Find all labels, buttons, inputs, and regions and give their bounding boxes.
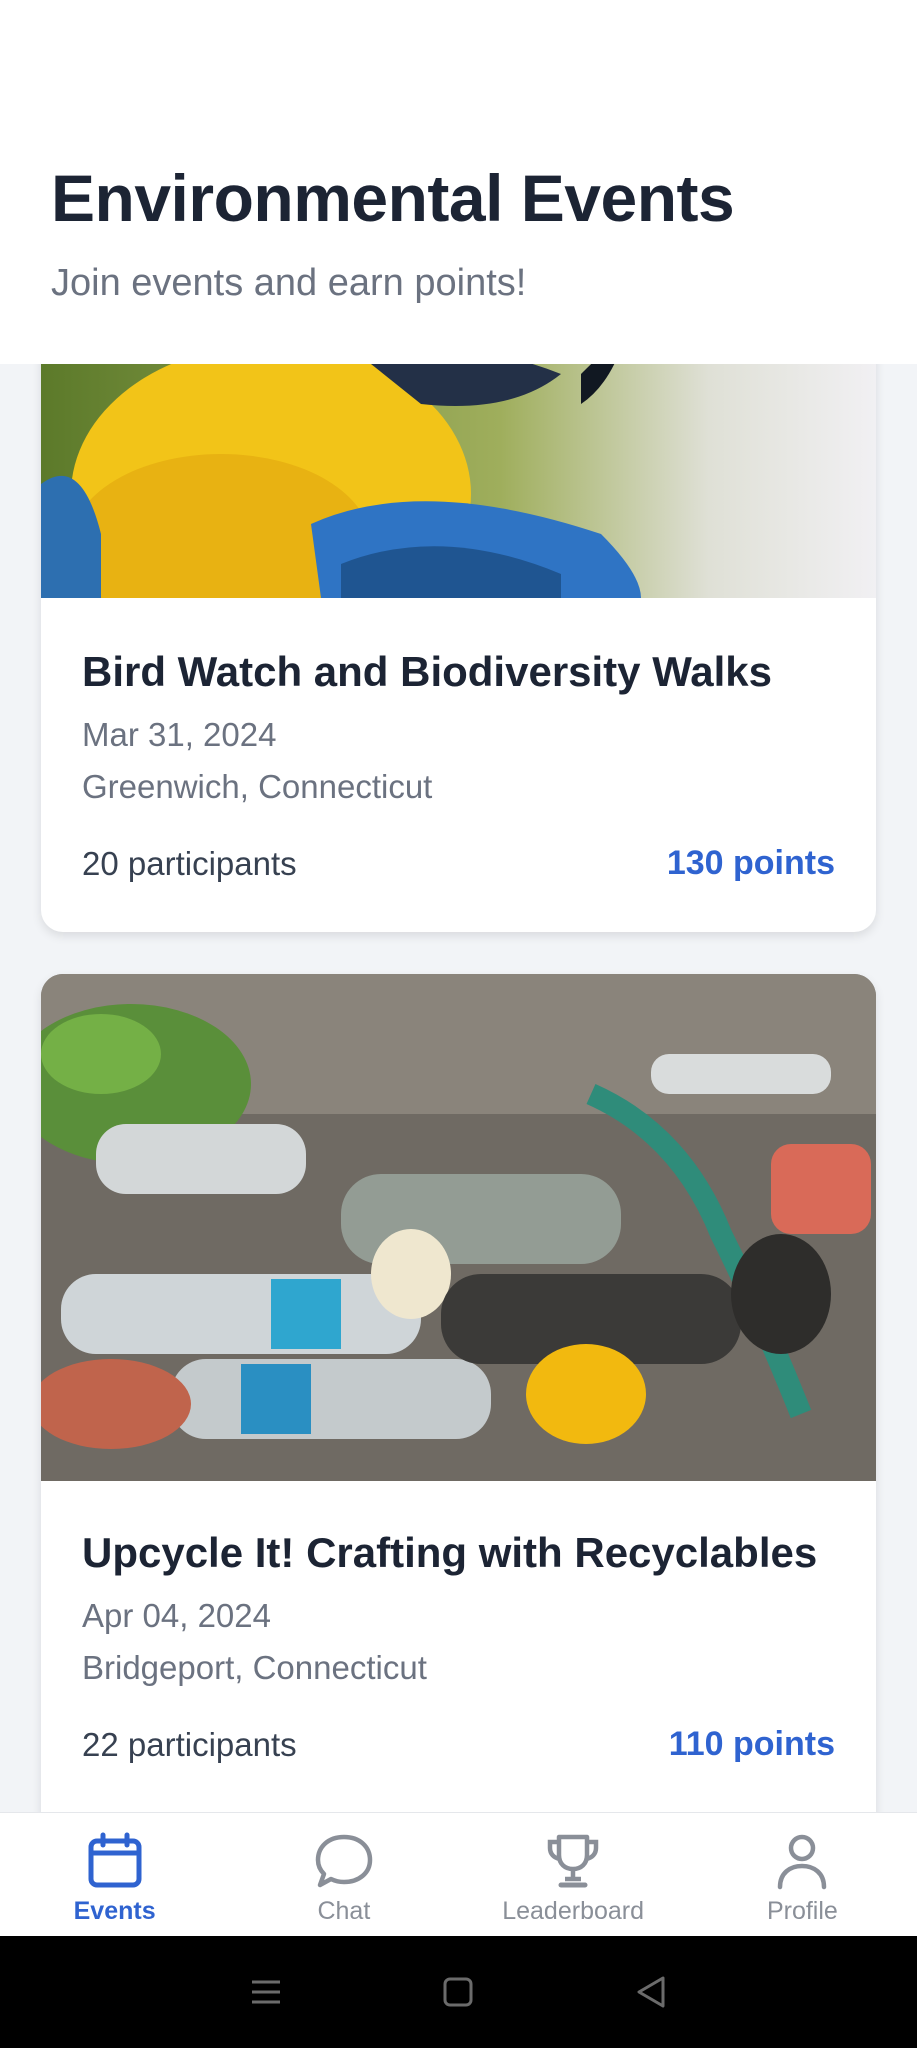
event-list[interactable]: Bird Watch and Biodiversity Walks Mar 31… [0,364,917,1812]
tab-label: Profile [766,1897,838,1925]
event-location: Greenwich, Connecticut [82,768,433,805]
event-date: Mar 31, 2024 [82,716,277,753]
event-participants: 20 participants [82,844,297,882]
chat-bubble-icon [315,1834,373,1888]
event-points: 130 points [666,844,835,882]
tab-chat[interactable]: Chat [229,1813,458,1936]
trophy-icon [547,1834,599,1888]
event-participants: 22 participants [82,1725,297,1763]
tab-leaderboard[interactable]: Leaderboard [459,1813,688,1936]
recent-apps-icon[interactable] [246,1972,286,2012]
tab-label: Events [73,1897,156,1925]
event-date: Apr 04, 2024 [82,1597,271,1634]
bottom-tab-bar: Events Chat Leaderboard Profile [0,1812,917,1936]
person-icon [778,1834,827,1890]
page-subtitle: Join events and earn points! [51,262,527,304]
event-location: Bridgeport, Connecticut [82,1649,427,1686]
page-header: Environmental Events Join events and ear… [0,0,917,364]
event-card[interactable]: Upcycle It! Crafting with Recyclables Ap… [41,974,876,1812]
calendar-icon [88,1832,142,1888]
event-title: Upcycle It! Crafting with Recyclables [82,1529,818,1576]
tab-profile[interactable]: Profile [688,1813,917,1936]
back-icon[interactable] [631,1972,671,2012]
event-points: 110 points [668,1725,835,1763]
system-navigation-bar [0,1936,917,2048]
event-card[interactable]: Bird Watch and Biodiversity Walks Mar 31… [41,364,876,932]
home-icon[interactable] [438,1972,478,2012]
event-title: Bird Watch and Biodiversity Walks [82,648,773,695]
event-image-recycling [41,974,876,1481]
tab-events[interactable]: Events [0,1813,229,1936]
page-title: Environmental Events [51,161,735,235]
event-image-bird [41,364,876,598]
tab-label: Leaderboard [502,1897,645,1925]
tab-label: Chat [317,1897,371,1925]
